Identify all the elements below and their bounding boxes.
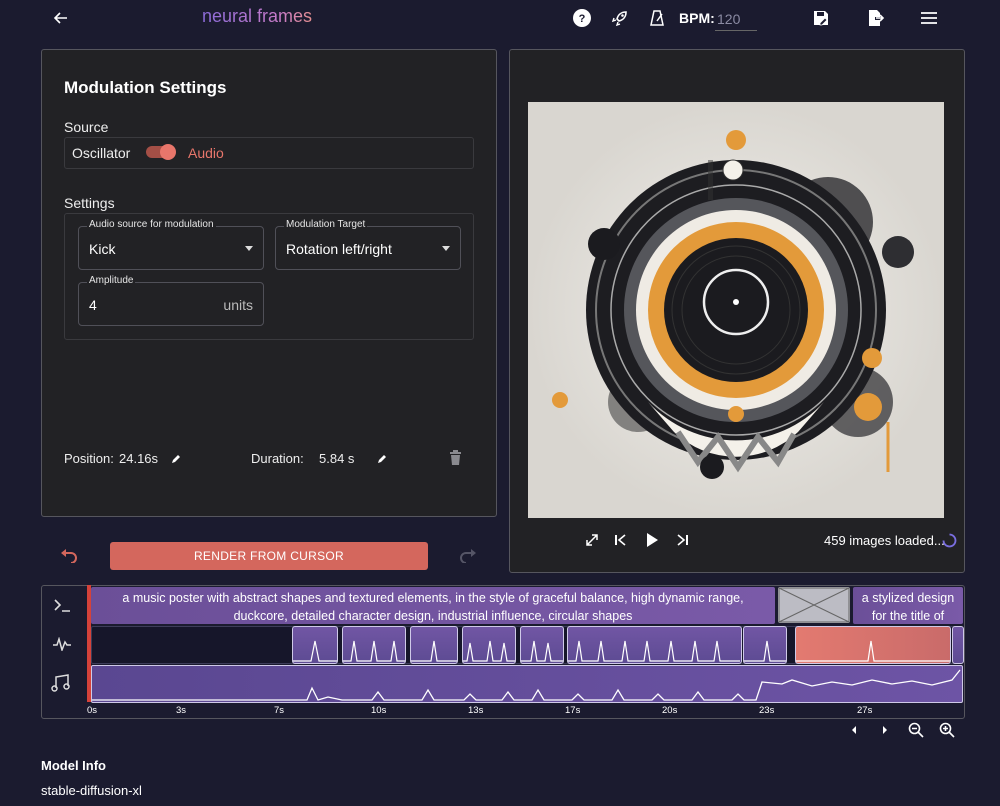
audio-source-legend: Audio source for modulation — [87, 219, 216, 230]
source-toggle-knob[interactable] — [160, 144, 176, 160]
source-label: Source — [64, 119, 109, 135]
play-icon[interactable] — [645, 532, 659, 553]
bpm-label: BPM: — [679, 10, 715, 26]
back-arrow-icon[interactable] — [49, 6, 73, 30]
amplitude-field[interactable]: Amplitude 4 units — [78, 275, 264, 326]
amplitude-legend: Amplitude — [87, 275, 136, 286]
svg-text:?: ? — [579, 13, 586, 25]
timeline-tick: 3s — [176, 705, 187, 716]
render-from-cursor-button[interactable]: RENDER FROM CURSOR — [110, 542, 428, 570]
timeline-tick: 23s — [759, 705, 775, 716]
edit-position-icon[interactable] — [170, 452, 182, 470]
skip-forward-icon[interactable] — [676, 533, 690, 552]
trash-icon[interactable] — [449, 450, 462, 470]
timeline-tick: 7s — [274, 705, 285, 716]
redo-icon[interactable] — [459, 549, 477, 568]
modulation-title: Modulation Settings — [64, 78, 227, 97]
modulation-clip[interactable] — [743, 626, 787, 664]
images-loaded-status: 459 images loaded... — [824, 533, 945, 548]
timeline-tick: 20s — [662, 705, 678, 716]
zoom-out-icon[interactable] — [906, 721, 926, 739]
chevron-down-icon — [245, 246, 253, 251]
audio-source-select[interactable]: Audio source for modulation Kick — [78, 219, 264, 270]
settings-label: Settings — [64, 195, 115, 211]
help-icon[interactable]: ? — [570, 6, 594, 30]
modulation-track-icon — [51, 633, 73, 655]
save-icon[interactable] — [809, 6, 833, 30]
menu-icon[interactable] — [917, 6, 941, 30]
chevron-down-icon — [442, 246, 450, 251]
timeline-tick: 17s — [565, 705, 581, 716]
rocket-icon[interactable] — [608, 6, 632, 30]
modulation-target-legend: Modulation Target — [284, 219, 368, 230]
audio-label: Audio — [188, 145, 224, 161]
modulation-clip[interactable] — [410, 626, 458, 664]
duration-label: Duration: — [251, 451, 304, 466]
preview-image — [528, 102, 944, 518]
model-info-heading: Model Info — [41, 758, 106, 773]
modulation-clip[interactable] — [292, 626, 338, 664]
prompt-clip[interactable]: a stylized design for the title of — [853, 587, 963, 624]
modulation-clip[interactable] — [462, 626, 516, 664]
position-value: 24.16s — [119, 451, 159, 466]
metronome-icon[interactable] — [645, 6, 669, 30]
scroll-left-icon[interactable] — [844, 721, 864, 739]
duration-value: 5.84 s — [319, 451, 355, 466]
timeline-tick: 10s — [371, 705, 387, 716]
modulation-clip[interactable] — [342, 626, 406, 664]
prompt-clip[interactable]: a music poster with abstract shapes and … — [91, 587, 775, 624]
audio-waveform[interactable] — [91, 665, 963, 703]
timeline-tick: 0s — [87, 705, 98, 716]
amplitude-unit: units — [223, 297, 253, 313]
modulation-clip[interactable] — [520, 626, 564, 664]
amplitude-value[interactable]: 4 — [89, 297, 97, 313]
scroll-right-icon[interactable] — [875, 721, 895, 739]
export-icon[interactable] — [863, 6, 887, 30]
undo-icon[interactable] — [60, 549, 78, 568]
modulation-target-select[interactable]: Modulation Target Rotation left/right — [275, 219, 461, 270]
timeline-tick: 13s — [468, 705, 484, 716]
bpm-input[interactable] — [715, 8, 757, 31]
loading-spinner-icon — [942, 533, 957, 553]
model-name: stable-diffusion-xl — [41, 783, 142, 798]
app-logo: neural frames — [202, 6, 313, 26]
oscillator-label: Oscillator — [72, 145, 131, 161]
audio-track-icon — [50, 672, 72, 694]
zoom-in-icon[interactable] — [937, 721, 957, 739]
modulation-clip[interactable] — [952, 626, 964, 664]
timeline-tick: 27s — [857, 705, 873, 716]
modulation-target-value: Rotation left/right — [286, 241, 392, 257]
prompt-track-icon — [51, 594, 73, 616]
modulation-clip[interactable] — [567, 626, 742, 664]
playhead-cursor[interactable] — [87, 585, 91, 702]
fullscreen-icon[interactable] — [585, 533, 599, 552]
position-label: Position: — [64, 451, 114, 466]
skip-back-icon[interactable] — [613, 533, 627, 552]
edit-duration-icon[interactable] — [376, 452, 388, 470]
selected-modulation-clip[interactable] — [795, 626, 951, 664]
empty-prompt-clip[interactable] — [778, 587, 850, 623]
audio-source-value: Kick — [89, 241, 116, 257]
